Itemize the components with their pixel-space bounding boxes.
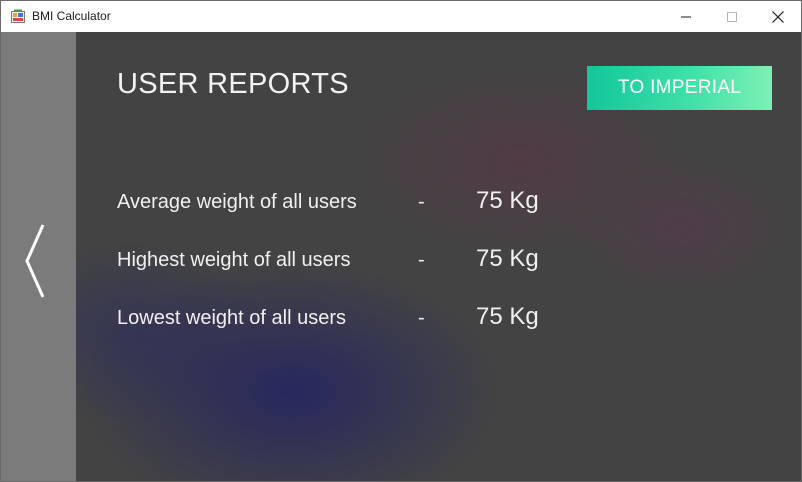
report-label: Average weight of all users	[117, 191, 357, 213]
report-separator: -	[418, 307, 425, 329]
sidebar	[1, 32, 76, 481]
main-content: USER REPORTS TO IMPERIAL Average weight …	[1, 32, 801, 481]
report-separator: -	[418, 249, 425, 271]
report-separator: -	[418, 191, 425, 213]
maximize-button[interactable]	[709, 1, 755, 32]
page-title: USER REPORTS	[117, 68, 349, 100]
report-value: 75 Kg	[476, 245, 539, 272]
minimize-icon	[681, 16, 691, 17]
close-button[interactable]	[755, 1, 801, 32]
report-value: 75 Kg	[476, 303, 539, 330]
maximize-icon	[727, 11, 737, 22]
back-button[interactable]	[23, 222, 49, 300]
report-label: Highest weight of all users	[117, 249, 351, 271]
app-window: BMI Calculator USER REPORTS TO IMPERIAL	[0, 0, 802, 482]
report-value: 75 Kg	[476, 187, 539, 214]
minimize-button[interactable]	[663, 1, 709, 32]
chevron-left-icon	[25, 224, 45, 298]
to-imperial-button[interactable]: TO IMPERIAL	[587, 66, 772, 110]
report-row-average: Average weight of all users - 75 Kg	[117, 187, 557, 217]
report-row-lowest: Lowest weight of all users - 75 Kg	[117, 303, 557, 333]
report-row-highest: Highest weight of all users - 75 Kg	[117, 245, 557, 275]
window-title: BMI Calculator	[32, 9, 111, 23]
app-icon	[11, 9, 25, 23]
title-bar[interactable]: BMI Calculator	[1, 1, 801, 32]
close-icon	[772, 10, 784, 23]
report-label: Lowest weight of all users	[117, 307, 347, 329]
